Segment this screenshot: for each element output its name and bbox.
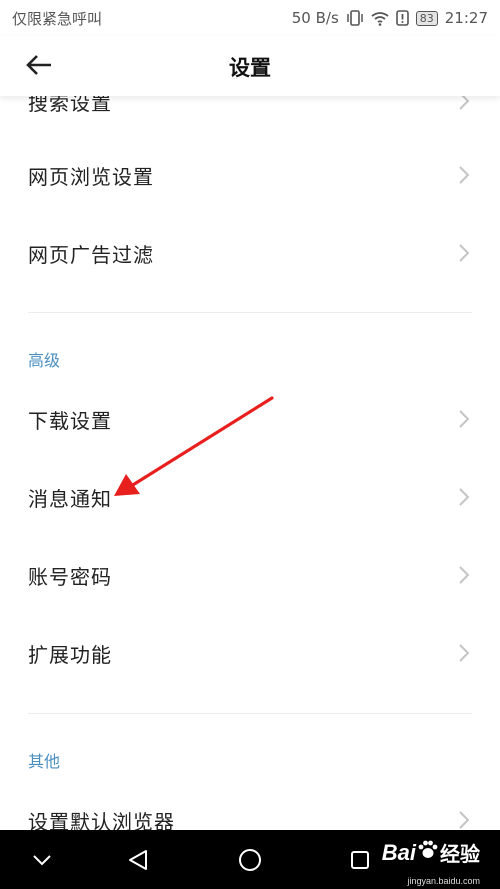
setting-row-extensions[interactable]: 扩展功能 (0, 614, 500, 692)
chevron-right-icon (456, 409, 472, 429)
carrier-text: 仅限紧急呼叫 (12, 9, 103, 28)
home-circle-icon (239, 849, 261, 871)
setting-label: 设置默认浏览器 (28, 809, 175, 831)
setting-row-ad-filter[interactable]: 网页广告过滤 (0, 214, 500, 292)
section-header-advanced: 高级 (28, 351, 61, 370)
recents-square-icon (351, 851, 369, 869)
watermark-brand: Bai (381, 839, 416, 865)
battery-icon: 83 (415, 10, 438, 26)
network-speed: 50 B/s (291, 9, 339, 27)
clock: 21:27 (444, 9, 488, 27)
setting-label: 网页浏览设置 (28, 164, 154, 189)
alert-icon (395, 10, 409, 26)
title-bar: 设置 (0, 36, 500, 96)
setting-row-default-browser[interactable]: 设置默认浏览器 (0, 781, 500, 830)
chevron-right-icon (456, 810, 472, 830)
setting-label: 消息通知 (28, 486, 112, 511)
nav-back-button[interactable] (122, 844, 154, 876)
page-title: 设置 (229, 56, 271, 80)
chevron-right-icon (456, 565, 472, 585)
section-header-other: 其他 (28, 752, 61, 771)
setting-label: 网页广告过滤 (28, 242, 154, 267)
setting-label: 扩展功能 (28, 642, 112, 667)
paw-icon (417, 839, 439, 866)
baidu-jingyan-watermark: Bai 经验 jingyan.baidu.com (381, 838, 480, 887)
nav-home-button[interactable] (234, 844, 266, 876)
section-divider (28, 312, 472, 313)
setting-label: 账号密码 (28, 564, 112, 589)
chevron-down-icon (33, 855, 51, 866)
chevron-right-icon (456, 643, 472, 663)
watermark-jingyan: 经验 (440, 844, 480, 866)
status-bar: 仅限紧急呼叫 50 B/s 83 21:27 (0, 0, 500, 36)
settings-list[interactable]: 搜索设置 网页浏览设置 网页广告过滤 高级 下载设置 消息通知 账号密码 扩展功… (0, 60, 500, 830)
setting-label: 下载设置 (28, 408, 112, 433)
vibrate-icon (346, 10, 364, 26)
chevron-right-icon (456, 165, 472, 185)
back-triangle-icon (129, 850, 147, 870)
section-divider (28, 713, 472, 714)
chevron-right-icon (456, 487, 472, 507)
setting-row-download[interactable]: 下载设置 (0, 380, 500, 458)
status-icons: 50 B/s 83 21:27 (292, 9, 488, 27)
nav-collapse-button[interactable] (26, 844, 58, 876)
wifi-icon (371, 11, 389, 26)
chevron-right-icon (456, 243, 472, 263)
setting-row-browsing[interactable]: 网页浏览设置 (0, 136, 500, 214)
setting-row-accounts[interactable]: 账号密码 (0, 536, 500, 614)
system-nav-bar: Bai 经验 jingyan.baidu.com (0, 830, 500, 889)
setting-row-notifications[interactable]: 消息通知 (0, 458, 500, 536)
nav-recents-button[interactable] (344, 844, 376, 876)
watermark-url: jingyan.baidu.com (407, 876, 480, 886)
